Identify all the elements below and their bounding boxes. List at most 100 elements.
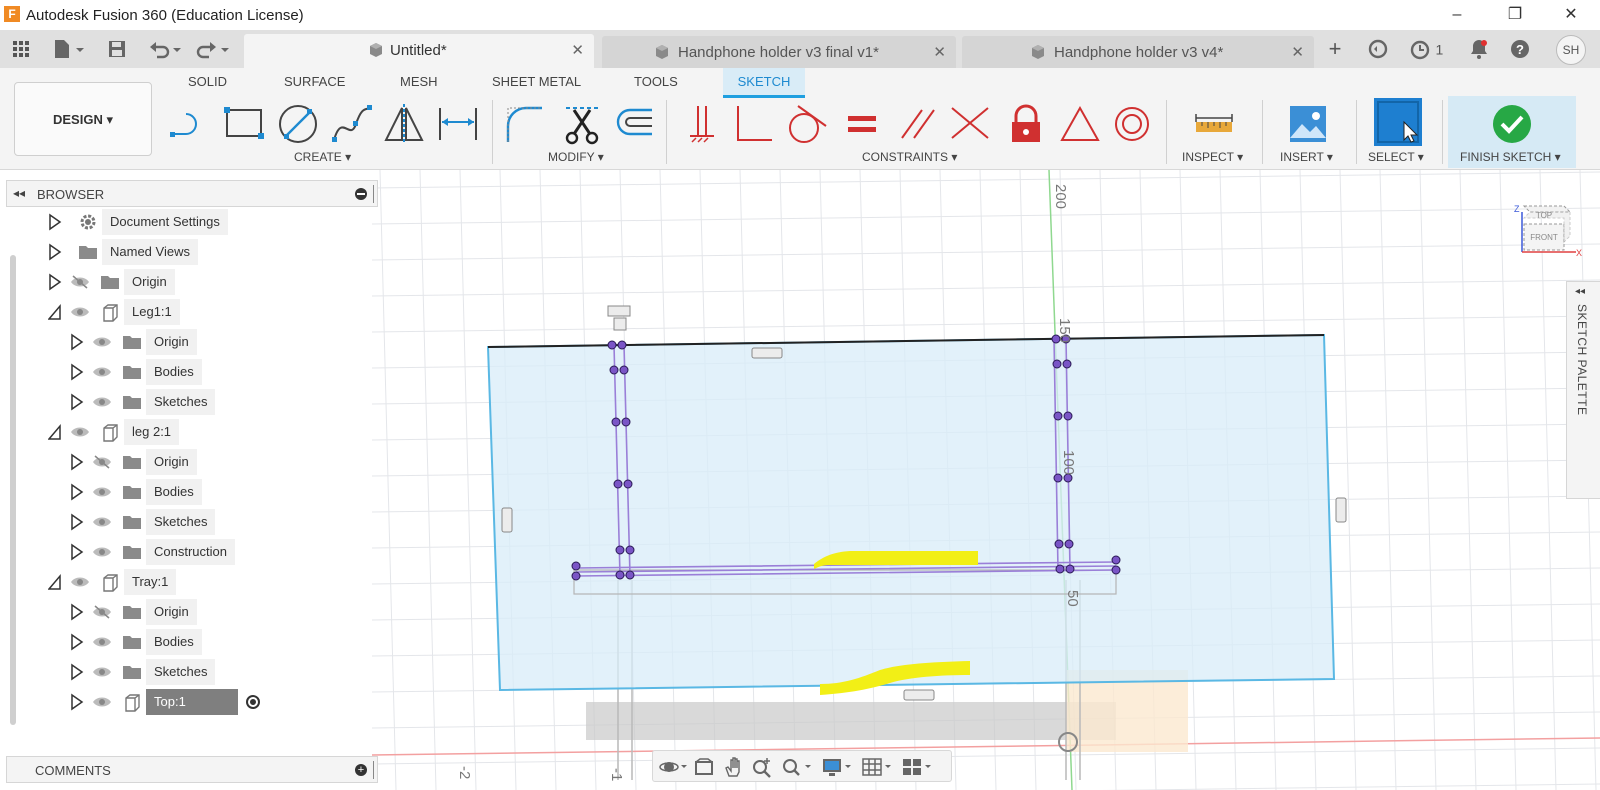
browser-tree-row[interactable]: Origin [6, 599, 378, 625]
browser-item-label[interactable]: Bodies [146, 479, 202, 505]
finish-sketch-label[interactable]: FINISH SKETCH ▾ [1460, 150, 1561, 164]
collapsed-triangle-icon[interactable] [70, 543, 84, 561]
eye-icon[interactable] [92, 484, 112, 500]
eye-icon[interactable] [92, 514, 112, 530]
workspace-design-button[interactable]: DESIGN ▾ [14, 82, 152, 156]
browser-tree-row[interactable]: Origin [6, 269, 378, 295]
tab-untitled[interactable]: Untitled* ✕ [244, 34, 594, 68]
grid-settings-icon[interactable] [861, 756, 893, 778]
collapsed-triangle-icon[interactable] [48, 213, 62, 231]
browser-item-label[interactable]: Sketches [146, 659, 216, 685]
panel-grip-icon[interactable] [373, 185, 374, 203]
browser-tree-row[interactable]: Bodies [6, 629, 378, 655]
concentric-constraint-icon[interactable] [1110, 102, 1154, 146]
browser-tree-row[interactable]: Leg1:1 [6, 299, 378, 325]
extensions-icon[interactable] [1366, 38, 1390, 60]
eye-icon[interactable] [70, 304, 90, 320]
expand-palette-icon[interactable]: ◂◂ [1575, 286, 1585, 297]
eye-icon[interactable] [92, 394, 112, 410]
browser-item-label[interactable]: Origin [124, 269, 175, 295]
collapsed-triangle-icon[interactable] [70, 633, 84, 651]
insert-group-label[interactable]: INSERT ▾ [1280, 150, 1333, 164]
notifications-bell-icon[interactable] [1468, 38, 1490, 60]
close-tab-icon[interactable]: ✕ [571, 41, 584, 59]
browser-item-label[interactable]: Tray:1 [124, 569, 177, 595]
inspect-group-label[interactable]: INSPECT ▾ [1182, 150, 1243, 164]
browser-tree-row[interactable]: Bodies [6, 479, 378, 505]
browser-tree-row[interactable]: Sketches [6, 659, 378, 685]
rectangle-tool-icon[interactable] [222, 102, 266, 146]
eye-icon[interactable] [92, 334, 112, 350]
tab-solid[interactable]: SOLID [188, 74, 227, 89]
browser-item-label[interactable]: Sketches [146, 389, 216, 415]
eye-icon[interactable] [92, 544, 112, 560]
browser-tree-row[interactable]: Sketches [6, 389, 378, 415]
sketch-palette-panel[interactable]: ◂◂ SKETCH PALETTE [1566, 281, 1600, 499]
job-status-icon[interactable]: 1 [1406, 38, 1446, 60]
browser-item-label[interactable]: leg 2:1 [124, 419, 180, 445]
browser-item-label[interactable]: Origin [146, 449, 197, 475]
browser-item-label[interactable]: Origin [146, 599, 197, 625]
parallel-constraint-icon[interactable] [896, 102, 940, 146]
select-group-label[interactable]: SELECT ▾ [1368, 150, 1424, 164]
minimize-button[interactable]: – [1428, 0, 1486, 30]
collapsed-triangle-icon[interactable] [48, 243, 62, 261]
close-window-button[interactable]: ✕ [1542, 0, 1600, 30]
tab-tools[interactable]: TOOLS [634, 74, 678, 89]
collapse-browser-icon[interactable]: ◂◂ [13, 186, 25, 200]
collapsed-triangle-icon[interactable] [70, 393, 84, 411]
eye-icon[interactable] [92, 664, 112, 680]
close-tab-icon[interactable]: ✕ [933, 43, 946, 61]
tab-handphone-holder-v3-final[interactable]: Handphone holder v3 final v1* ✕ [602, 36, 956, 68]
eye-icon[interactable] [70, 424, 90, 440]
line-tool-icon[interactable] [168, 102, 212, 146]
eye-icon[interactable] [70, 574, 90, 590]
viewcube[interactable]: TOP FRONT Z X [1512, 198, 1584, 268]
tangent-constraint-icon[interactable] [784, 102, 828, 146]
browser-tree-row[interactable]: Document Settings [6, 209, 378, 235]
eye-hidden-icon[interactable] [70, 274, 90, 290]
collapsed-triangle-icon[interactable] [70, 603, 84, 621]
browser-tree-row[interactable]: Sketches [6, 509, 378, 535]
lock-icon[interactable] [1004, 102, 1048, 146]
tab-handphone-holder-v3-v4[interactable]: Handphone holder v3 v4* ✕ [962, 36, 1314, 68]
trim-scissors-icon[interactable] [560, 102, 604, 146]
expanded-triangle-icon[interactable] [47, 573, 62, 591]
restore-button[interactable]: ❐ [1486, 0, 1544, 30]
tab-sheet-metal[interactable]: SHEET METAL [492, 74, 581, 89]
browser-item-label[interactable]: Construction [146, 539, 235, 565]
collapsed-triangle-icon[interactable] [48, 273, 62, 291]
collapsed-triangle-icon[interactable] [70, 693, 84, 711]
save-icon[interactable] [106, 39, 128, 59]
browser-item-label[interactable]: Leg1:1 [124, 299, 180, 325]
eye-icon[interactable] [92, 634, 112, 650]
viewcube-front-label[interactable]: FRONT [1530, 233, 1558, 242]
perpendicular-constraint-icon[interactable] [732, 102, 776, 146]
tab-surface[interactable]: SURFACE [284, 74, 345, 89]
finish-sketch-check-icon[interactable] [1490, 102, 1534, 146]
browser-tree-row[interactable]: Top:1 [6, 689, 378, 715]
equal-constraint-icon[interactable] [840, 102, 884, 146]
activate-component-radio[interactable] [246, 695, 260, 709]
collapsed-triangle-icon[interactable] [70, 483, 84, 501]
new-tab-plus-icon[interactable]: + [1324, 38, 1346, 60]
browser-item-label[interactable]: Bodies [146, 359, 202, 385]
look-at-icon[interactable] [693, 756, 715, 778]
measure-ruler-icon[interactable] [1192, 102, 1236, 146]
triangle-constraint-icon[interactable] [1058, 102, 1102, 146]
viewports-layout-icon[interactable] [901, 756, 933, 778]
tab-mesh[interactable]: MESH [400, 74, 438, 89]
browser-item-label[interactable]: Top:1 [146, 689, 238, 715]
orbit-icon[interactable] [659, 756, 689, 778]
mirror-tool-icon[interactable] [382, 102, 426, 146]
collapsed-triangle-icon[interactable] [70, 513, 84, 531]
display-settings-icon[interactable] [821, 756, 853, 778]
fillet-tool-icon[interactable] [502, 102, 546, 146]
redo-icon[interactable] [196, 39, 232, 59]
collapsed-triangle-icon[interactable] [70, 453, 84, 471]
undo-icon[interactable] [148, 39, 184, 59]
select-tool-icon[interactable] [1374, 98, 1422, 146]
sketch-dimension-tool-icon[interactable] [436, 102, 480, 146]
file-menu-icon[interactable] [52, 39, 86, 59]
expanded-triangle-icon[interactable] [47, 423, 62, 441]
